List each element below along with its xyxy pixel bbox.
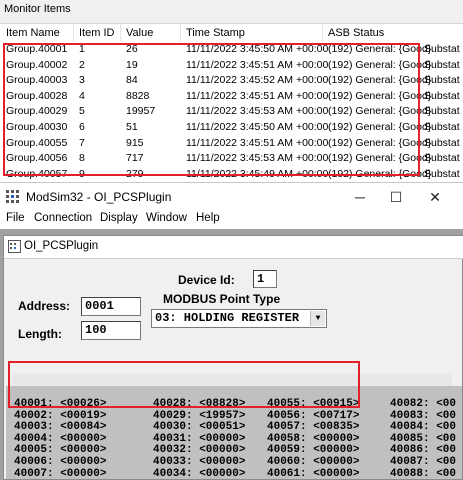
menu-display[interactable]: Display — [100, 212, 138, 224]
register-value[interactable]: 40033: <00000> — [153, 456, 245, 468]
point-type-select[interactable]: 03: HOLDING REGISTER ▼ — [151, 309, 327, 328]
register-value[interactable]: 40032: <00000> — [153, 444, 245, 456]
point-type-value: 03: HOLDING REGISTER — [155, 311, 300, 325]
register-value[interactable]: 40003: <00084> — [14, 421, 106, 433]
register-value[interactable]: 40088: <00 — [390, 468, 456, 479]
register-value[interactable]: 40059: <00000> — [267, 444, 359, 456]
poll-settings-form: Device Id: 1 MODBUS Point Type Address: … — [6, 259, 462, 355]
column-item-id[interactable]: Item ID — [79, 27, 114, 39]
point-type-label: MODBUS Point Type — [163, 292, 281, 306]
item-substatus: Substat — [424, 105, 460, 118]
highlight-box-monitor — [3, 43, 420, 176]
child-title: OI_PCSPlugin — [24, 240, 99, 252]
item-substatus: Substat — [424, 167, 460, 180]
column-time-stamp[interactable]: Time Stamp — [186, 27, 245, 39]
register-value[interactable]: 40085: <00 — [390, 433, 456, 445]
register-value[interactable]: 40082: <00 — [390, 398, 456, 410]
register-value[interactable]: 40029: <19957> — [153, 410, 245, 422]
length-label: Length: — [18, 327, 62, 341]
maximize-icon[interactable]: ☐ — [381, 186, 411, 208]
address-field[interactable]: 0001 — [81, 297, 141, 316]
window-titlebar[interactable]: ModSim32 - OI_PCSPlugin ─ ☐ ✕ — [0, 183, 463, 211]
menu-connection[interactable]: Connection — [34, 212, 92, 224]
register-value[interactable]: 40086: <00 — [390, 444, 456, 456]
item-substatus: Substat — [424, 74, 460, 87]
item-substatus: Substat — [424, 152, 460, 165]
register-value[interactable]: 40006: <00000> — [14, 456, 106, 468]
register-value[interactable]: 40056: <00717> — [267, 410, 359, 422]
item-substatus: Substat — [424, 120, 460, 133]
modsim-window: ModSim32 - OI_PCSPlugin ─ ☐ ✕ File Conne… — [0, 182, 463, 480]
mdi-client-area: OI_PCSPlugin Device Id: 1 MODBUS Point T… — [0, 229, 463, 480]
register-value[interactable]: 40005: <00000> — [14, 444, 106, 456]
device-id-field[interactable]: 1 — [253, 270, 277, 288]
register-value[interactable]: 40031: <00000> — [153, 433, 245, 445]
register-value[interactable]: 40007: <00000> — [14, 468, 106, 479]
register-value[interactable]: 40084: <00 — [390, 421, 456, 433]
highlight-box-registers — [8, 361, 360, 408]
device-id-label: Device Id: — [178, 273, 235, 287]
monitor-items-title: Monitor Items — [4, 3, 71, 15]
modsim-app-icon — [6, 190, 20, 203]
column-asb-status[interactable]: ASB Status — [328, 27, 384, 39]
register-value[interactable]: 40002: <00019> — [14, 410, 106, 422]
child-window: OI_PCSPlugin Device Id: 1 MODBUS Point T… — [3, 235, 463, 480]
child-titlebar[interactable]: OI_PCSPlugin — [4, 236, 463, 259]
window-title: ModSim32 - OI_PCSPlugin — [26, 190, 172, 204]
register-value[interactable]: 40083: <00 — [390, 410, 456, 422]
register-value[interactable]: 40061: <00000> — [267, 468, 359, 479]
minimize-icon[interactable]: ─ — [345, 186, 375, 208]
menu-window[interactable]: Window — [146, 212, 187, 224]
monitor-table-header: Item Name Item ID Value Time Stamp ASB S… — [0, 23, 463, 43]
item-substatus: Substat — [424, 89, 460, 102]
register-value[interactable]: 40030: <00051> — [153, 421, 245, 433]
item-substatus: Substat — [424, 136, 460, 149]
register-value[interactable]: 40060: <00000> — [267, 456, 359, 468]
register-value[interactable]: 40087: <00 — [390, 456, 456, 468]
column-value[interactable]: Value — [126, 27, 153, 39]
register-value[interactable]: 40058: <00000> — [267, 433, 359, 445]
item-substatus: Substat — [424, 58, 460, 71]
menu-bar: File Connection Display Window Help — [0, 211, 463, 229]
document-icon — [8, 240, 21, 253]
close-icon[interactable]: ✕ — [420, 186, 450, 208]
register-value[interactable]: 40034: <00000> — [153, 468, 245, 479]
menu-file[interactable]: File — [6, 212, 25, 224]
address-label: Address: — [18, 299, 71, 313]
column-item-name[interactable]: Item Name — [6, 27, 60, 39]
menu-help[interactable]: Help — [196, 212, 220, 224]
register-value[interactable]: 40057: <00835> — [267, 421, 359, 433]
chevron-down-icon[interactable]: ▼ — [310, 311, 325, 326]
register-value[interactable]: 40004: <00000> — [14, 433, 106, 445]
length-field[interactable]: 100 — [81, 321, 141, 340]
item-substatus: Substat — [424, 43, 460, 55]
